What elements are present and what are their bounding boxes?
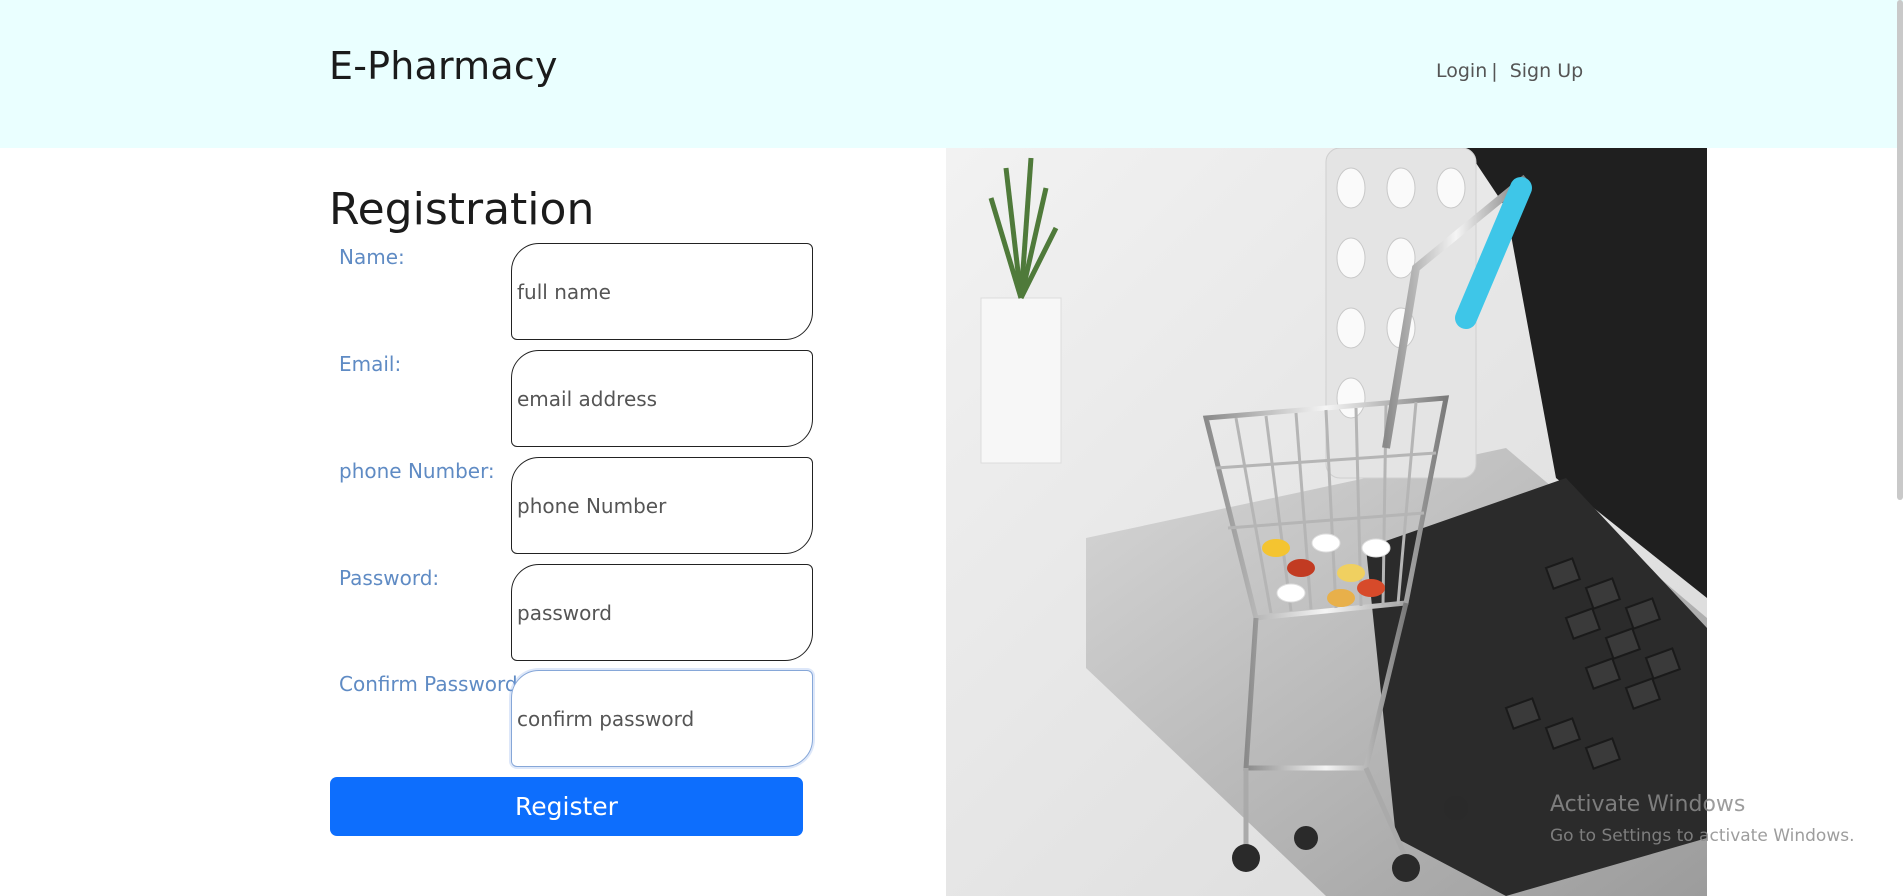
email-label: Email: [339,352,402,376]
brand-logo[interactable]: E-Pharmacy [329,44,558,88]
confirm-password-field[interactable] [511,670,813,767]
register-button[interactable]: Register [330,777,803,836]
phone-label: phone Number: [339,459,495,483]
confirm-password-label: Confirm Password: [339,672,525,696]
name-label: Name: [339,245,405,269]
hero-image [946,148,1707,896]
email-field[interactable] [511,350,813,447]
shopping-cart-icon [946,148,1707,896]
name-field[interactable] [511,243,813,340]
login-link[interactable]: Login [1436,60,1487,82]
page-title: Registration [329,184,595,235]
header-nav: Login | Sign Up [1436,60,1583,82]
windows-activation-subtitle: Go to Settings to activate Windows. [1550,826,1855,846]
site-header: E-Pharmacy Login | Sign Up [0,0,1903,148]
windows-activation-title: Activate Windows [1550,792,1746,817]
password-label: Password: [339,566,440,590]
signup-link[interactable]: Sign Up [1510,60,1583,82]
password-field[interactable] [511,564,813,661]
phone-field[interactable] [511,457,813,554]
page-scrollbar[interactable] [1897,0,1903,500]
nav-separator: | [1491,60,1498,82]
